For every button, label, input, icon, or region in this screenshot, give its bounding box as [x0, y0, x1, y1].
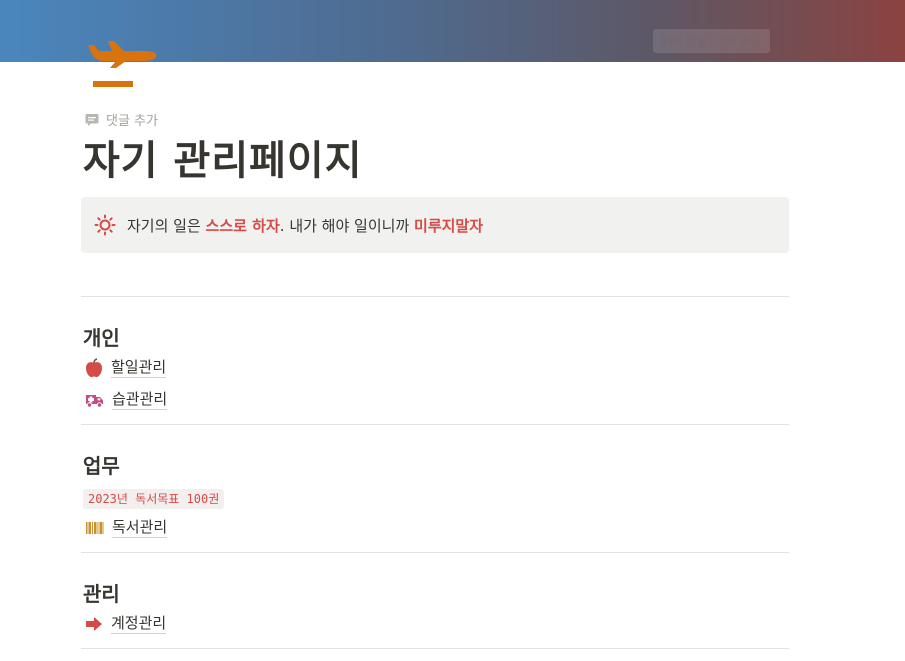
page-link-label: 계정관리: [111, 614, 167, 634]
callout-text-part: . 내가 해야 일이니까: [279, 216, 415, 235]
divider: [81, 648, 789, 649]
comment-icon: [85, 113, 99, 126]
page-title[interactable]: 자기 관리페이지: [83, 132, 363, 190]
change-cover-button[interactable]: 커버 변경: [659, 33, 711, 49]
page-link-label: 습관관리: [112, 390, 168, 410]
cover-actions: 커버 변경 위치 변경: [653, 29, 770, 53]
ambulance-icon: [86, 395, 103, 408]
page-link-todo[interactable]: 할일관리: [85, 358, 167, 378]
page-link-account[interactable]: 계정관리: [85, 614, 167, 634]
callout-text-part: 자기의 일은: [127, 216, 206, 235]
reposition-button[interactable]: 위치 변경: [712, 33, 764, 49]
airplane-departure-icon[interactable]: [86, 36, 160, 92]
inline-code-reading-goal[interactable]: 2023년 독서목표 100권: [83, 489, 225, 509]
callout-text: 자기의 일은 스스로 하자. 내가 해야 일이니까 미루지말자: [127, 215, 483, 236]
page-link-label: 독서관리: [112, 518, 168, 538]
page-link-reading[interactable]: 독서관리: [85, 518, 168, 538]
sun-icon[interactable]: [94, 214, 116, 236]
callout-highlight: 미루지말자: [414, 216, 484, 235]
divider: [81, 424, 789, 425]
apple-icon: [86, 358, 102, 377]
page-link-habits[interactable]: 습관관리: [85, 390, 168, 410]
callout-highlight: 스스로 하자: [205, 216, 280, 235]
arrow-right-icon: [86, 617, 102, 631]
callout-block[interactable]: 자기의 일은 스스로 하자. 내가 해야 일이니까 미루지말자: [81, 197, 789, 253]
barcode-icon: [86, 522, 104, 534]
add-comment-label: 댓글 추가: [106, 114, 158, 129]
section-heading-personal[interactable]: 개인: [83, 322, 120, 351]
divider: [81, 552, 789, 553]
section-heading-management[interactable]: 관리: [83, 578, 120, 607]
page-link-label: 할일관리: [111, 358, 167, 378]
add-comment-button[interactable]: 댓글 추가: [85, 110, 158, 129]
section-heading-work[interactable]: 업무: [83, 450, 120, 479]
divider: [81, 296, 789, 297]
